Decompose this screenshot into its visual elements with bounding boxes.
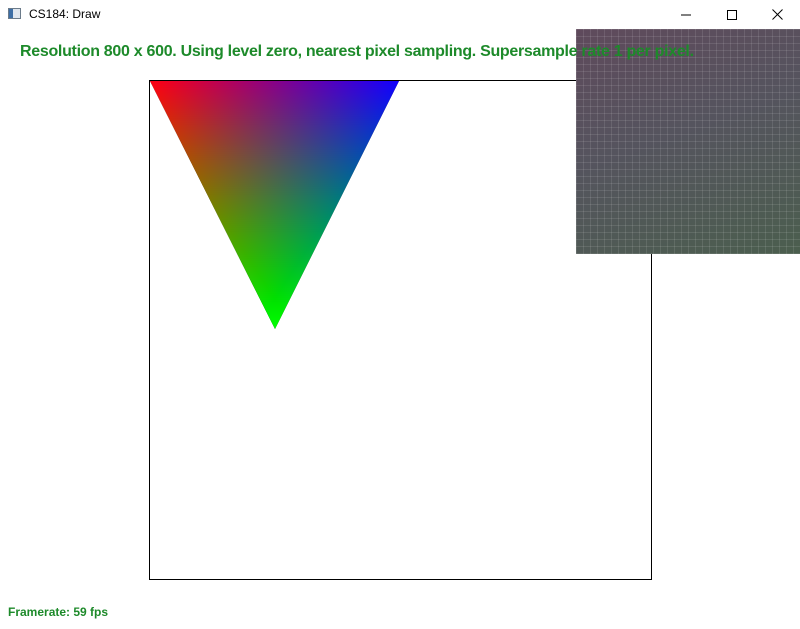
minimize-button[interactable]: [663, 0, 709, 29]
title-bar[interactable]: CS184: Draw: [0, 0, 800, 29]
close-icon: [771, 9, 783, 20]
minimize-icon: [681, 14, 691, 15]
framerate-text: Framerate: 59 fps: [8, 605, 109, 619]
status-text: Resolution 800 x 600. Using level zero, …: [20, 43, 694, 60]
close-button[interactable]: [754, 0, 800, 29]
maximize-button[interactable]: [709, 0, 755, 29]
window-title: CS184: Draw: [29, 7, 101, 21]
app-window-icon: [8, 8, 21, 19]
maximize-icon: [727, 9, 737, 20]
pixel-inspector-zoom: [576, 29, 800, 254]
